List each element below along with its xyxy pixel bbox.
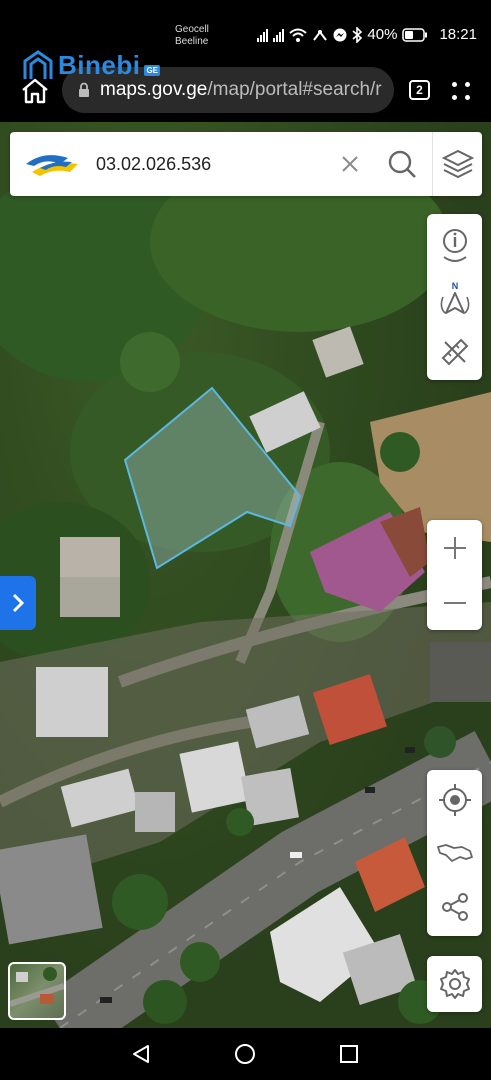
- basemap-switcher[interactable]: [8, 962, 66, 1020]
- plus-icon: [443, 536, 466, 559]
- carrier-names: Geocell Beeline: [175, 24, 209, 48]
- compass-north-label: N: [451, 281, 458, 291]
- layers-icon: [441, 149, 474, 179]
- measure-button[interactable]: [427, 326, 482, 378]
- clock: 18:21: [439, 26, 477, 43]
- bluetooth-icon: [352, 26, 363, 43]
- napr-logo-icon: [26, 155, 78, 176]
- status-indicators: 40% 18:21: [257, 26, 477, 43]
- chevron-right-icon: [12, 593, 25, 613]
- satellite-imagery: [0, 152, 491, 1028]
- info-pin-icon: [442, 229, 467, 262]
- zoom-out-button[interactable]: [427, 575, 482, 630]
- binebi-brand: Binebi: [58, 49, 141, 80]
- compass-icon: N: [440, 281, 469, 314]
- wifi-icon: [289, 28, 308, 42]
- carrier-1: Geocell: [175, 24, 209, 35]
- signal-2-icon: [273, 28, 285, 42]
- search-bar: [10, 132, 482, 196]
- share-icon: [441, 893, 468, 921]
- tabs-button[interactable]: 2: [409, 80, 430, 100]
- system-nav-bar: [0, 1028, 491, 1080]
- identify-button[interactable]: [427, 220, 482, 272]
- lock-icon: [79, 82, 89, 97]
- signal-1-icon: [257, 28, 269, 42]
- share-button[interactable]: [427, 880, 482, 934]
- triangle-back-icon[interactable]: [130, 1043, 152, 1065]
- circle-home-icon[interactable]: [234, 1043, 256, 1065]
- country-extent-button[interactable]: [427, 826, 482, 880]
- close-icon[interactable]: [338, 152, 362, 176]
- map-tools-panel: N: [427, 214, 482, 380]
- side-panel-toggle[interactable]: [0, 576, 36, 630]
- basemap-thumbnail: [10, 967, 64, 1007]
- search-icon[interactable]: [386, 148, 418, 180]
- battery-percent: 40%: [367, 26, 398, 43]
- zoom-in-button[interactable]: [427, 520, 482, 575]
- compass-button[interactable]: N: [427, 272, 482, 326]
- satellite-map[interactable]: [0, 122, 491, 1028]
- binebi-logo-icon: [23, 50, 53, 79]
- square-recents-icon[interactable]: [338, 1043, 360, 1065]
- hotspot-icon: [313, 29, 328, 41]
- messenger-icon: [333, 28, 347, 41]
- binebi-watermark: Binebi GE: [22, 49, 161, 80]
- layers-button[interactable]: [432, 132, 482, 196]
- my-location-button[interactable]: [427, 774, 482, 826]
- home-icon[interactable]: [20, 78, 50, 104]
- gear-icon: [439, 969, 470, 999]
- settings-button[interactable]: [427, 956, 482, 1012]
- crosshair-icon: [438, 784, 471, 816]
- location-panel: [427, 770, 482, 936]
- carrier-2: Beeline: [175, 36, 209, 47]
- ruler-pencil-icon: [441, 338, 468, 366]
- georgia-map-icon: [436, 844, 473, 862]
- battery-icon: [402, 27, 428, 42]
- cadastral-search-input[interactable]: [96, 150, 326, 178]
- url-text: maps.gov.ge/map/portal#search/r: [100, 79, 382, 100]
- minus-icon: [443, 601, 466, 604]
- more-vert-icon[interactable]: [452, 82, 470, 100]
- binebi-suffix: GE: [144, 64, 161, 76]
- zoom-panel: [427, 520, 482, 630]
